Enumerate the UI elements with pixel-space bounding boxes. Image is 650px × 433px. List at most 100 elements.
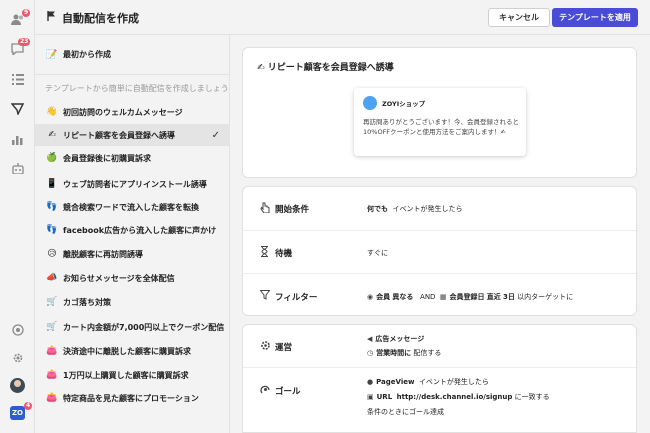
template-item-label: 初回訪問のウェルカムメッセージ: [63, 107, 183, 117]
operation-line1: ◀ 広告メッセージ: [367, 334, 424, 344]
users-badge: 9: [22, 9, 31, 17]
template-item-label: 1万円以上購買した顧客に購買訴求: [63, 370, 189, 380]
megaphone-icon: ◀: [367, 335, 373, 343]
template-item-label: 会員登録後に初購買訴求: [63, 153, 151, 163]
left-rail: 9 23 ZO 4: [0, 0, 35, 433]
purse-icon: 👛: [46, 346, 58, 356]
gear-icon: [260, 340, 271, 354]
template-item-label: 競合検索ワードで流入した顧客を転換: [63, 202, 199, 212]
template-item[interactable]: 🛒 カート内金額が7,000円以上でクーポン配信: [35, 316, 230, 338]
goal-line3: 条件のときにゴール達成: [367, 408, 444, 416]
trigger-event: 何でも: [367, 205, 388, 213]
preview-card: ✍ リピート顧客を会員登録へ誘導 ZOYIショップ 再訪問ありがとうございます！…: [242, 47, 637, 178]
operation-time: 営業時間に: [376, 349, 412, 357]
goal-event: PageView: [376, 378, 415, 386]
filter-member: 会員: [376, 293, 391, 301]
hand-pointer-icon: [260, 202, 270, 216]
template-hint: テンプレートから簡単に自動配信を作成しましょう: [45, 84, 229, 93]
writing-hand-icon: ✍: [48, 130, 56, 140]
megaphone-icon: 📣: [46, 273, 58, 283]
list-icon[interactable]: [9, 71, 26, 88]
location-icon: ●: [367, 378, 374, 386]
template-item[interactable]: 🛒 カゴ落ち対策: [35, 291, 230, 313]
template-item[interactable]: 📣 お知らせメッセージを全体配信: [35, 267, 230, 289]
wait-label: 待機: [275, 249, 293, 259]
filter-row[interactable]: フィルター ◉ 会員 異なる AND ▦ 会員登録日 直近 3日 以内ターゲットに: [243, 273, 638, 317]
template-item-label: お知らせメッセージを全体配信: [63, 273, 175, 283]
operation-label: 運営: [275, 343, 293, 353]
template-item[interactable]: 👛 決済途中に離脱した顧客に購買訴求: [35, 340, 230, 362]
sad-face-icon: 😥: [47, 249, 57, 259]
conditions-card: 開始条件 何でも イベントが発生したら 待機 すぐに フィルター ◉ 会員 異なる…: [242, 186, 638, 317]
template-item[interactable]: 👋 初回訪問のウェルカムメッセージ: [35, 101, 230, 123]
template-item-label: カゴ落ち対策: [63, 297, 111, 307]
hourglass-icon: [260, 246, 269, 260]
template-item[interactable]: 📱 ウェブ訪問者にアプリインストール誘導: [35, 173, 230, 195]
goal-url: http://desk.channel.io/signup: [396, 393, 513, 401]
link-icon: ▣: [367, 393, 374, 401]
trigger-rest: イベントが発生したら: [392, 205, 463, 213]
preview-title: ✍ リピート顧客を会員登録へ誘導: [257, 60, 394, 73]
preview-message: 再訪問ありがとうございます！今、会員登録されると10%OFFクーポンと使用方法を…: [363, 118, 519, 136]
goal-url-rest: に一致する: [514, 393, 550, 401]
filter-member-op: 異なる: [392, 293, 414, 301]
purse-icon: 👛: [46, 393, 58, 403]
writing-hand-icon: ✍: [257, 63, 265, 73]
template-item-label: 特定商品を見た顧客にプロモーション: [63, 393, 199, 403]
template-item[interactable]: 👣 競合検索ワードで流入した顧客を転換: [35, 196, 230, 218]
apply-template-button[interactable]: テンプレートを適用: [552, 8, 638, 27]
filter-value: ◉ 会員 異なる AND ▦ 会員登録日 直近 3日 以内ターゲットに: [367, 292, 573, 302]
trigger-value: 何でも イベントが発生したら: [367, 204, 462, 214]
page-title: 自動配信を作成: [62, 12, 139, 25]
trigger-label: 開始条件: [275, 205, 310, 215]
create-from-scratch-label: 最初から作成: [63, 50, 111, 59]
stats-icon[interactable]: [9, 131, 26, 148]
user-avatar[interactable]: [10, 378, 25, 393]
template-item[interactable]: 👣 facebook広告から流入した顧客に声かけ: [35, 219, 230, 241]
gear-icon[interactable]: [9, 349, 26, 366]
template-item[interactable]: 😥 離脱顧客に再訪問誘導: [35, 243, 230, 265]
flag-icon: [47, 11, 56, 24]
goal-row[interactable]: ゴール ● PageView イベントが発生したら ▣ URL http://des…: [243, 367, 638, 433]
header: 自動配信を作成 キャンセル テンプレートを適用: [35, 0, 650, 35]
create-from-scratch[interactable]: 📝 最初から作成: [35, 35, 230, 75]
operation-row[interactable]: 運営 ◀ 広告メッセージ ◷ 営業時間に 配信する: [243, 325, 638, 367]
member-icon: ◉: [367, 293, 374, 301]
template-item[interactable]: 👛 1万円以上購買した顧客に購買訴求: [35, 364, 230, 386]
cancel-button[interactable]: キャンセル: [488, 8, 550, 27]
template-item-label: facebook広告から流入した顧客に声かけ: [63, 225, 217, 235]
filter-icon: [259, 290, 271, 303]
footprints-icon: 👣: [46, 202, 58, 212]
clock-icon: ◷: [367, 349, 374, 357]
check-icon: ✓: [211, 129, 220, 141]
goal-line2: ▣ URL http://desk.channel.io/signup に一致する: [367, 392, 550, 402]
bot-icon[interactable]: [9, 160, 26, 177]
goal-url-label: URL: [376, 393, 393, 401]
goal-line1: ● PageView イベントが発生したら: [367, 377, 489, 387]
template-item-label: リピート顧客を会員登録へ誘導: [63, 130, 175, 140]
operation-send: 配信する: [413, 349, 442, 357]
goal-icon: [260, 384, 271, 398]
wait-row[interactable]: 待機 すぐに: [243, 230, 638, 273]
calendar-icon: ▦: [439, 293, 447, 301]
operation-line2: ◷ 営業時間に 配信する: [367, 348, 441, 358]
cart-icon: 🛒: [46, 322, 58, 332]
template-item[interactable]: 👛 特定商品を見た顧客にプロモーション: [35, 387, 230, 409]
filter-date: 会員登録日: [449, 293, 485, 301]
preview-title-text: リピート顧客を会員登録へ誘導: [267, 63, 394, 73]
template-item-selected[interactable]: ✍ リピート顧客を会員登録へ誘導 ✓: [35, 124, 230, 146]
template-item[interactable]: 🍏 会員登録後に初購買訴求: [35, 147, 230, 169]
workspace-logo[interactable]: ZO: [10, 406, 25, 420]
goal-event-rest: イベントが発生したら: [418, 378, 489, 386]
phone-icon: 📱: [46, 179, 58, 189]
app: 9 23 ZO 4 自動配信を作成 キャンセル テンプレートを適用 📝 最初から…: [0, 0, 650, 433]
operation-message-type: 広告メッセージ: [375, 335, 425, 343]
cart-icon: 🛒: [46, 297, 58, 307]
trigger-row[interactable]: 開始条件 何でも イベントが発生したら: [243, 187, 638, 230]
send-icon[interactable]: [9, 100, 26, 117]
status-icon[interactable]: [9, 321, 26, 338]
chat-badge: 23: [18, 38, 31, 46]
purse-icon: 👛: [46, 370, 58, 380]
goal-label: ゴール: [275, 387, 301, 397]
message-preview-bubble: ZOYIショップ 再訪問ありがとうございます！今、会員登録されると10%OFFク…: [354, 88, 526, 156]
